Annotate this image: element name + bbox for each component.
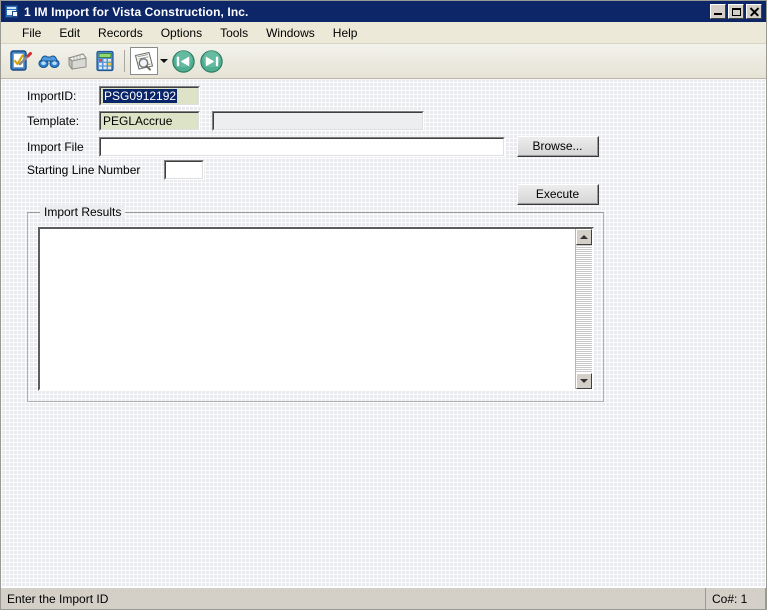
import-results-text[interactable]	[40, 229, 575, 389]
menu-item-tools[interactable]: Tools	[211, 24, 257, 42]
document-search-icon[interactable]	[130, 47, 158, 75]
import-results-groupbox: Import Results	[27, 205, 604, 402]
menu-item-edit[interactable]: Edit	[50, 24, 89, 42]
maximize-button[interactable]	[728, 4, 744, 19]
close-button[interactable]	[746, 4, 762, 19]
scroll-up-icon[interactable]	[576, 229, 592, 245]
minimize-button[interactable]	[710, 4, 726, 19]
import-results-output[interactable]	[38, 227, 594, 391]
application-window: 1 IM Import for Vista Construction, Inc.…	[0, 0, 767, 610]
execute-button-label: Execute	[518, 185, 598, 204]
template-input[interactable]: PEGLAccrue	[99, 111, 200, 131]
browse-button-label: Browse...	[518, 137, 598, 156]
title-bar: 1 IM Import for Vista Construction, Inc.	[1, 1, 766, 22]
field-row-import-file: Import File Browse...	[27, 136, 599, 157]
menu-item-options[interactable]: Options	[152, 24, 211, 42]
window-document-icon	[4, 4, 20, 19]
starting-line-number-label: Starting Line Number	[27, 163, 141, 177]
import-id-value: PSG0912192	[103, 89, 178, 103]
status-bar: Enter the Import ID Co#: 1	[1, 587, 766, 609]
menu-item-file[interactable]: File	[13, 24, 50, 42]
import-results-title: Import Results	[40, 205, 126, 219]
field-row-template: Template: PEGLAccrue	[27, 111, 424, 131]
starting-line-number-input[interactable]	[164, 160, 204, 180]
green-first-record-icon[interactable]	[169, 47, 197, 75]
menu-item-records[interactable]: Records	[89, 24, 152, 42]
chevron-down-icon[interactable]	[158, 47, 169, 75]
execute-button-row: Execute	[517, 184, 599, 205]
field-row-import-id: ImportID: PSG0912192	[27, 86, 200, 106]
import-id-input[interactable]: PSG0912192	[99, 86, 200, 106]
toolbar-separator	[124, 50, 125, 72]
template-description-field	[212, 111, 424, 131]
binoculars-icon[interactable]	[35, 47, 63, 75]
execute-button[interactable]: Execute	[517, 184, 599, 205]
import-file-input[interactable]	[99, 136, 505, 157]
template-label: Template:	[27, 114, 80, 128]
menu-item-windows[interactable]: Windows	[257, 24, 324, 42]
scroll-down-icon[interactable]	[576, 373, 592, 389]
template-value: PEGLAccrue	[103, 114, 173, 128]
window-title: 1 IM Import for Vista Construction, Inc.	[24, 4, 249, 19]
green-last-record-icon[interactable]	[197, 47, 225, 75]
import-file-label: Import File	[27, 139, 84, 154]
form-client-area: ImportID: PSG0912192 Template: PEGLAccru…	[1, 79, 766, 587]
status-company: Co#: 1	[706, 588, 766, 609]
form-edit-icon[interactable]	[7, 47, 35, 75]
import-results-scrollbar[interactable]	[575, 229, 592, 389]
menu-bar: File Edit Records Options Tools Windows …	[1, 22, 766, 44]
browse-button[interactable]: Browse...	[517, 136, 599, 157]
status-message: Enter the Import ID	[1, 588, 706, 609]
window-controls	[710, 4, 764, 19]
field-row-starting-line-number: Starting Line Number	[27, 160, 204, 180]
menu-item-help[interactable]: Help	[324, 24, 367, 42]
import-id-label: ImportID:	[27, 89, 77, 103]
calculator-icon[interactable]	[91, 47, 119, 75]
stamp-icon[interactable]	[63, 47, 91, 75]
toolbar	[1, 44, 766, 79]
